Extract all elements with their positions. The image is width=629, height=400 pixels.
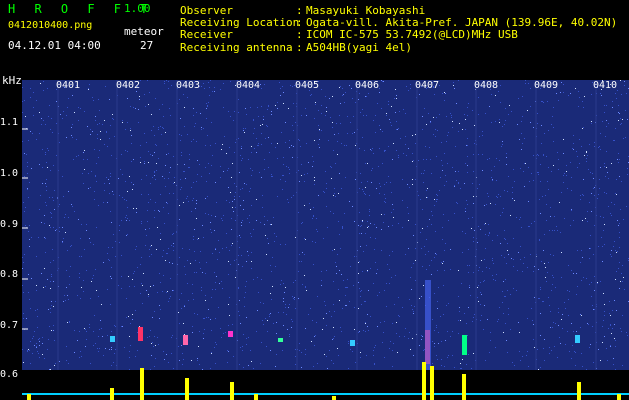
y-tick-label: 0.8 [0,269,19,280]
antenna-value: A504HB(yagi 4el) [306,41,412,54]
meteor-bar [254,394,258,400]
meteor-echo [110,336,115,342]
meteor-streak [425,280,431,370]
observer-label: Observer [180,4,233,17]
meteor-bar [185,378,189,400]
antenna-colon: : [296,41,303,54]
meteor-echo [462,335,467,355]
hour-label: 0410 [593,80,618,91]
spectrogram-svg [22,80,629,400]
meteor-bar [140,368,144,400]
receiver-colon: : [296,28,303,41]
meteor-echo [183,335,188,345]
meteor-bar [230,382,234,400]
receiver-value: ICOM IC-575 53.7492(@LCD)MHz USB [306,28,518,41]
meteor-count: 27 [140,39,154,52]
meteor-bar [430,366,434,400]
meteor-bar [462,374,466,400]
hour-label: 0403 [176,80,201,91]
hour-label: 0408 [474,80,499,91]
hour-label: 0402 [116,80,141,91]
meteor-bar [27,394,31,400]
meteor-bar [422,362,426,400]
hour-label: 0404 [236,80,261,91]
y-tick-label: 1.1 [0,117,19,128]
meteor-echo [278,338,283,342]
location-value: Ogata-vill. Akita-Pref. JAPAN (139.96E, … [306,16,618,29]
observer-colon: : [296,4,303,17]
meteor-bar [110,388,114,400]
datetime: 04.12.01 04:00 [8,39,101,52]
hour-label: 0409 [534,80,559,91]
location-label: Receiving Location [180,16,300,29]
spectrogram-background [22,80,629,400]
meteor-bar [617,394,621,400]
unit-label: kHz [2,74,22,87]
meteor-bar [332,396,336,400]
hour-label: 0406 [355,80,380,91]
meteor-label: meteor [124,25,164,38]
header-panel: H R O F F T 1.00 0412010400.png meteor 2… [0,0,629,80]
file-name: 0412010400.png [8,20,93,31]
y-tick-label: 0.7 [0,320,19,331]
meteor-echo [228,331,233,337]
y-tick-label: 0.9 [0,219,19,230]
meteor-echo [350,340,355,346]
app-version: 1.00 [124,2,151,15]
meteor-echo [138,327,143,341]
y-tick-label: 1.0 [0,168,19,179]
meteor-bar [577,382,581,400]
spectrogram-plot [22,80,629,400]
antenna-label: Receiving antenna [180,41,293,54]
y-tick-label: 0.6 [0,369,19,380]
observer-value: Masayuki Kobayashi [306,4,426,17]
hour-label: 0405 [295,80,320,91]
hour-label: 0407 [415,80,440,91]
meteor-echo [575,335,580,343]
hour-label: 0401 [56,80,81,91]
location-colon: : [296,16,303,29]
receiver-label: Receiver [180,28,233,41]
